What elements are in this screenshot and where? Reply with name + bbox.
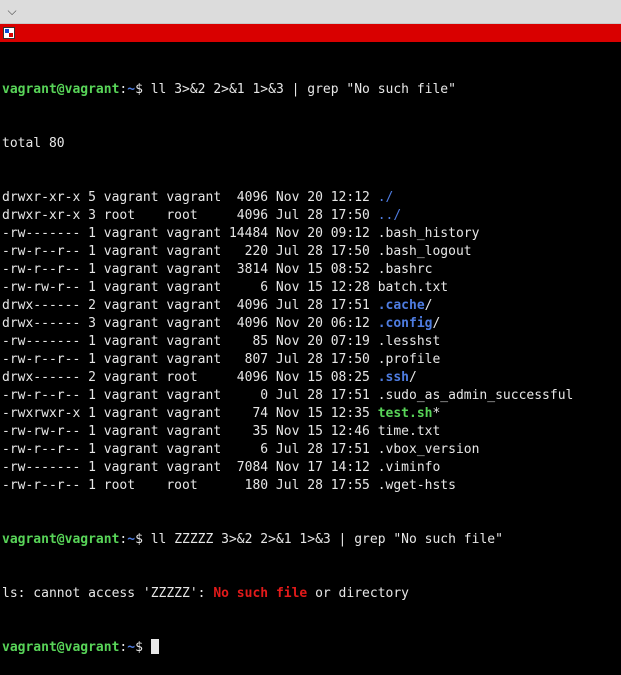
file-name: .sudo_as_admin_successful bbox=[377, 388, 574, 403]
file-meta: drwx------ 2 vagrant root 4096 Nov 15 08… bbox=[2, 370, 378, 385]
prompt-separator: : bbox=[119, 640, 128, 655]
file-meta: -rw-r--r-- 1 vagrant vagrant 6 Jul 28 17… bbox=[2, 442, 378, 457]
total-line: total 80 bbox=[2, 136, 65, 151]
file-meta: -rw-r--r-- 1 vagrant vagrant 220 Jul 28 … bbox=[2, 244, 378, 259]
command-line-1: vagrant@vagrant:~$ ll 3>&2 2>&1 1>&3 | g… bbox=[2, 81, 621, 99]
listing-row: -rw-r--r-- 1 vagrant vagrant 807 Jul 28 … bbox=[2, 351, 621, 369]
listing-row: -rwxrwxr-x 1 vagrant vagrant 74 Nov 15 1… bbox=[2, 405, 621, 423]
listing-row: drwxr-xr-x 5 vagrant vagrant 4096 Nov 20… bbox=[2, 189, 621, 207]
file-listing: drwxr-xr-x 5 vagrant vagrant 4096 Nov 20… bbox=[2, 189, 621, 495]
listing-row: drwxr-xr-x 3 root root 4096 Jul 28 17:50… bbox=[2, 207, 621, 225]
grep-match: No such file bbox=[213, 586, 308, 601]
chevron-down-icon[interactable]: ⌵ bbox=[0, 3, 24, 19]
file-suffix: / bbox=[409, 370, 417, 385]
file-suffix: / bbox=[424, 298, 433, 313]
prompt-user-host: vagrant@vagrant bbox=[2, 82, 120, 97]
file-meta: -rw-rw-r-- 1 vagrant vagrant 35 Nov 15 1… bbox=[2, 424, 378, 439]
error-line: ls: cannot access 'ZZZZZ': No such file … bbox=[2, 585, 621, 603]
listing-row: -rw------- 1 vagrant vagrant 14484 Nov 2… bbox=[2, 225, 621, 243]
file-suffix: / bbox=[432, 316, 441, 331]
file-name: .bash_logout bbox=[377, 244, 472, 259]
command-text: ll ZZZZZ 3>&2 2>&1 1>&3 | grep "No such … bbox=[150, 532, 503, 547]
prompt-symbol: $ bbox=[135, 82, 151, 97]
file-name: time.txt bbox=[377, 424, 441, 439]
file-meta: -rw-r--r-- 1 vagrant vagrant 3814 Nov 15… bbox=[2, 262, 378, 277]
file-suffix: * bbox=[432, 406, 441, 421]
prompt-symbol: $ bbox=[135, 640, 151, 655]
file-name: .bashrc bbox=[377, 262, 433, 277]
file-name: test.sh bbox=[377, 406, 433, 421]
file-name: .config bbox=[377, 316, 433, 331]
prompt-user-host: vagrant@vagrant bbox=[2, 640, 120, 655]
file-name: .profile bbox=[377, 352, 441, 367]
file-name: .lesshst bbox=[377, 334, 441, 349]
prompt-separator: : bbox=[119, 532, 128, 547]
tab-strip bbox=[0, 24, 621, 42]
listing-row: -rw-r--r-- 1 vagrant vagrant 3814 Nov 15… bbox=[2, 261, 621, 279]
file-name: .cache bbox=[377, 298, 425, 313]
file-name: .bash_history bbox=[377, 226, 480, 241]
listing-row: -rw-r--r-- 1 root root 180 Jul 28 17:55 … bbox=[2, 477, 621, 495]
file-name: .ssh bbox=[377, 370, 409, 385]
file-meta: -rw------- 1 vagrant vagrant 85 Nov 20 0… bbox=[2, 334, 378, 349]
file-meta: drwxr-xr-x 5 vagrant vagrant 4096 Nov 20… bbox=[2, 190, 378, 205]
file-meta: drwx------ 2 vagrant vagrant 4096 Jul 28… bbox=[2, 298, 378, 313]
error-text-before: ls: cannot access 'ZZZZZ': bbox=[2, 586, 214, 601]
listing-row: drwx------ 2 vagrant vagrant 4096 Jul 28… bbox=[2, 297, 621, 315]
file-name: .viminfo bbox=[377, 460, 441, 475]
file-name: ../ bbox=[377, 208, 402, 223]
file-meta: -rw-r--r-- 1 vagrant vagrant 807 Jul 28 … bbox=[2, 352, 378, 367]
file-meta: drwxr-xr-x 3 root root 4096 Jul 28 17:50 bbox=[2, 208, 378, 223]
listing-row: -rw-rw-r-- 1 vagrant vagrant 35 Nov 15 1… bbox=[2, 423, 621, 441]
error-text-after: or directory bbox=[307, 586, 409, 601]
command-line-2: vagrant@vagrant:~$ ll ZZZZZ 3>&2 2>&1 1>… bbox=[2, 531, 621, 549]
listing-row: drwx------ 2 vagrant root 4096 Nov 15 08… bbox=[2, 369, 621, 387]
file-name: ./ bbox=[377, 190, 394, 205]
file-name: .wget-hsts bbox=[377, 478, 456, 493]
file-name: .vbox_version bbox=[377, 442, 480, 457]
prompt-path: ~ bbox=[127, 532, 136, 547]
file-meta: -rw------- 1 vagrant vagrant 7084 Nov 17… bbox=[2, 460, 378, 475]
window-top-bar: ⌵ bbox=[0, 0, 621, 24]
terminal-cursor bbox=[150, 639, 159, 654]
prompt-path: ~ bbox=[127, 640, 136, 655]
listing-row: -rw-r--r-- 1 vagrant vagrant 220 Jul 28 … bbox=[2, 243, 621, 261]
listing-row: -rw------- 1 vagrant vagrant 85 Nov 20 0… bbox=[2, 333, 621, 351]
file-meta: -rw-r--r-- 1 vagrant vagrant 0 Jul 28 17… bbox=[2, 388, 378, 403]
listing-row: -rw-r--r-- 1 vagrant vagrant 6 Jul 28 17… bbox=[2, 441, 621, 459]
command-line-3: vagrant@vagrant:~$ bbox=[2, 639, 621, 657]
listing-row: -rw------- 1 vagrant vagrant 7084 Nov 17… bbox=[2, 459, 621, 477]
file-name: batch.txt bbox=[377, 280, 449, 295]
terminal-output[interactable]: vagrant@vagrant:~$ ll 3>&2 2>&1 1>&3 | g… bbox=[0, 42, 621, 675]
listing-row: -rw-r--r-- 1 vagrant vagrant 0 Jul 28 17… bbox=[2, 387, 621, 405]
listing-row: drwx------ 3 vagrant vagrant 4096 Nov 20… bbox=[2, 315, 621, 333]
file-meta: drwx------ 3 vagrant vagrant 4096 Nov 20… bbox=[2, 316, 378, 331]
listing-row: -rw-rw-r-- 1 vagrant vagrant 6 Nov 15 12… bbox=[2, 279, 621, 297]
terminal-tab-icon[interactable] bbox=[3, 27, 15, 39]
file-meta: -rw-rw-r-- 1 vagrant vagrant 6 Nov 15 12… bbox=[2, 280, 378, 295]
prompt-symbol: $ bbox=[135, 532, 151, 547]
prompt-path: ~ bbox=[127, 82, 136, 97]
file-meta: -rw------- 1 vagrant vagrant 14484 Nov 2… bbox=[2, 226, 378, 241]
file-meta: -rw-r--r-- 1 root root 180 Jul 28 17:55 bbox=[2, 478, 378, 493]
command-text: ll 3>&2 2>&1 1>&3 | grep "No such file" bbox=[150, 82, 456, 97]
file-meta: -rwxrwxr-x 1 vagrant vagrant 74 Nov 15 1… bbox=[2, 406, 378, 421]
prompt-user-host: vagrant@vagrant bbox=[2, 532, 120, 547]
